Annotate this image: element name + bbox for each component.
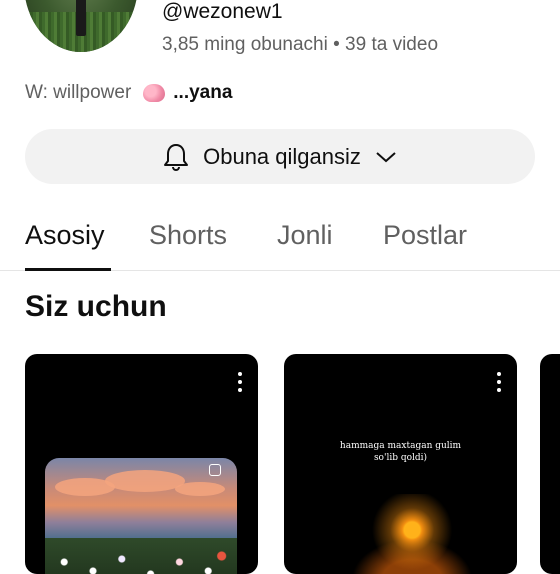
thumbnail-image bbox=[45, 458, 237, 574]
more-link[interactable]: ...yana bbox=[173, 82, 232, 104]
caption-text: hammaga maxtagan gulim so'lib qoldi) bbox=[339, 441, 462, 463]
thumbnail-caption: hammaga maxtagan gulim so'lib qoldi) bbox=[284, 440, 517, 464]
instagram-icon bbox=[209, 464, 221, 476]
tab-posts[interactable]: Postlar bbox=[383, 220, 467, 251]
tab-home[interactable]: Asosiy bbox=[25, 220, 105, 251]
more-vert-icon[interactable] bbox=[497, 372, 501, 392]
channel-tabs: Asosiy Shorts Jonli Postlar bbox=[0, 212, 560, 271]
more-vert-icon[interactable] bbox=[238, 372, 242, 392]
subscribed-label: Obuna qilgansiz bbox=[203, 143, 361, 169]
brain-emoji-icon bbox=[143, 84, 166, 102]
channel-handle: @wezonew1 bbox=[162, 0, 283, 23]
description-text: W: willpower bbox=[25, 82, 132, 103]
subscribed-button[interactable]: Obuna qilgansiz bbox=[25, 129, 535, 184]
chevron-down-icon bbox=[375, 150, 397, 164]
bell-icon bbox=[163, 143, 189, 171]
tab-live[interactable]: Jonli bbox=[277, 220, 333, 251]
active-tab-indicator bbox=[25, 268, 111, 271]
flowers-foreground bbox=[45, 538, 237, 574]
short-card[interactable] bbox=[25, 354, 258, 574]
short-card[interactable]: hammaga maxtagan gulim so'lib qoldi) bbox=[284, 354, 517, 574]
short-card-partial[interactable] bbox=[540, 354, 560, 574]
section-title: Siz uchun bbox=[25, 290, 167, 323]
glowing-flower-image bbox=[284, 494, 517, 574]
avatar-figure bbox=[76, 0, 86, 36]
channel-avatar[interactable] bbox=[24, 0, 138, 52]
channel-description[interactable]: W: willpower ...yana bbox=[25, 82, 232, 104]
tab-shorts[interactable]: Shorts bbox=[149, 220, 227, 251]
channel-stats: 3,85 ming obunachi • 39 ta video bbox=[162, 34, 439, 55]
